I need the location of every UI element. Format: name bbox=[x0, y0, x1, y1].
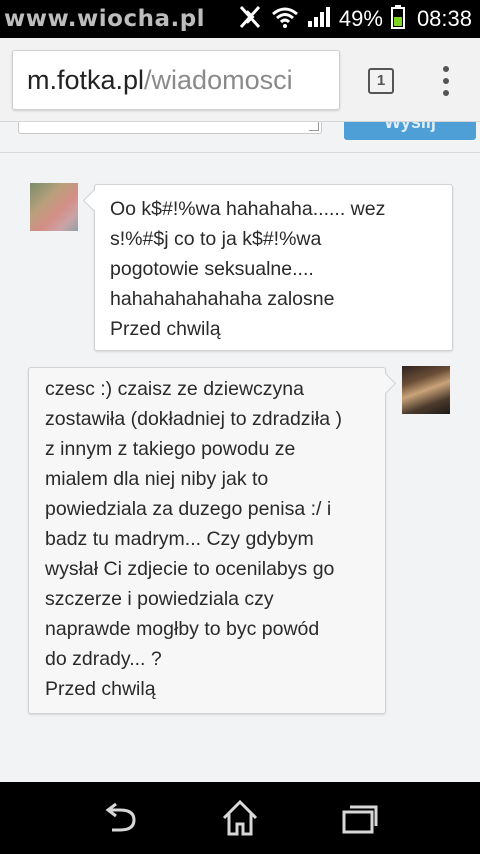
message-text-line: zostawiła (dokładniej to zdradziła ) bbox=[45, 408, 342, 430]
home-icon[interactable] bbox=[218, 796, 262, 840]
navigation-bar bbox=[0, 782, 480, 854]
message-text-line: badz tu madrym... Czy gdybym bbox=[45, 528, 314, 550]
message-text-line: czesc :) czaisz ze dziewczyna bbox=[45, 378, 304, 400]
message-text-line: powiedziala za duzego penisa :/ i bbox=[45, 498, 332, 520]
battery-percent: 49% bbox=[338, 6, 383, 31]
send-button[interactable]: Wyślij bbox=[344, 122, 476, 140]
url-path: /wiadomosci bbox=[144, 65, 293, 95]
clock: 08:38 bbox=[416, 6, 472, 31]
nfc-icon bbox=[237, 5, 263, 34]
wifi-icon bbox=[271, 6, 299, 33]
divider bbox=[0, 152, 480, 153]
reply-textarea[interactable] bbox=[18, 122, 322, 134]
battery-icon bbox=[390, 4, 405, 34]
message-text-line: hahahahahahaha zalosne bbox=[110, 288, 335, 310]
message-text-line: s!%#$j co to ja k$#!%wa bbox=[110, 228, 322, 250]
message-timestamp: Przed chwilą bbox=[110, 318, 221, 340]
tabs-button[interactable]: 1 bbox=[368, 68, 394, 94]
resize-handle-icon[interactable] bbox=[309, 122, 319, 131]
status-icons: 49% 08:38 bbox=[237, 4, 472, 34]
address-bar[interactable]: m.fotka.pl/wiadomosci bbox=[12, 50, 340, 110]
message-text-line: wysłał Ci zdjecie to ocenilabys go bbox=[45, 558, 335, 580]
own-avatar[interactable] bbox=[402, 366, 450, 414]
overflow-menu-icon[interactable] bbox=[436, 66, 456, 96]
message-bubble-received: Oo k$#!%wa hahahaha...... wez s!%#$j co … bbox=[94, 184, 453, 351]
browser-toolbar: m.fotka.pl/wiadomosci 1 bbox=[0, 38, 480, 122]
back-icon[interactable] bbox=[100, 796, 144, 840]
messages-page: Wyślij Oo k$#!%wa hahahaha...... wez s!%… bbox=[0, 122, 480, 782]
message-bubble-sent: czesc :) czaisz ze dziewczyna zostawiła … bbox=[28, 367, 386, 714]
sender-avatar[interactable] bbox=[30, 183, 78, 231]
signal-icon bbox=[307, 6, 331, 33]
message-text-line: naprawde mogłby to byc powód bbox=[45, 618, 320, 640]
status-bar: www.wiocha.pl 49% 08:38 bbox=[0, 0, 480, 38]
message-text-line: pogotowie seksualne.... bbox=[110, 258, 314, 280]
recent-apps-icon[interactable] bbox=[338, 796, 382, 840]
message-text-line: szczerze i powiedziala czy bbox=[45, 588, 274, 610]
watermark: www.wiocha.pl bbox=[4, 6, 206, 32]
message-text-line: z innym z takiego powodu ze bbox=[45, 438, 296, 460]
message-text-line: Oo k$#!%wa hahahaha...... wez bbox=[110, 198, 386, 220]
url-host: m.fotka.pl bbox=[27, 65, 145, 95]
message-text-line: mialem dla niej niby jak to bbox=[45, 468, 269, 490]
message-text-line: do zdrady... ? bbox=[45, 648, 162, 670]
message-timestamp: Przed chwilą bbox=[45, 678, 156, 700]
